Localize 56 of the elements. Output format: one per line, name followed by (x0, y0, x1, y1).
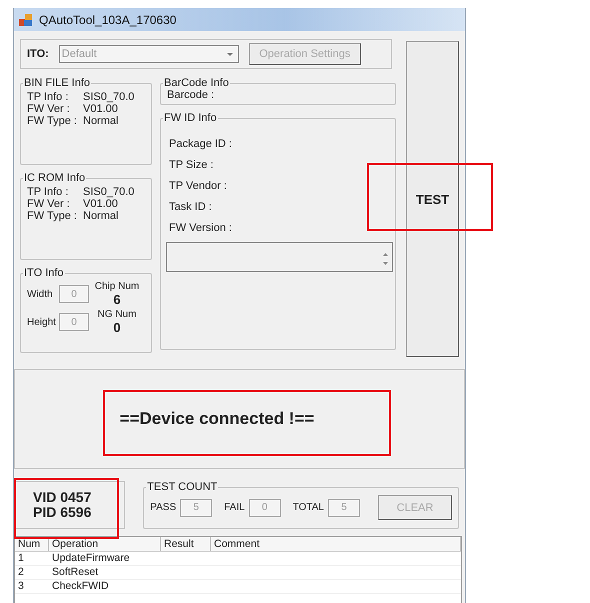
field-label: TP Info : (27, 186, 70, 198)
group-title: BarCode Info (163, 77, 230, 89)
column-header[interactable]: Num (15, 537, 49, 551)
group-title: TEST COUNT (146, 481, 218, 493)
device-id: PID 6596 (33, 505, 92, 520)
group-title: FW ID Info (163, 112, 218, 124)
table-cell-text: 2 (17, 566, 25, 579)
table-cell-text: 1 (17, 552, 25, 565)
count-label: PASS (150, 502, 176, 513)
column-header[interactable]: Operation (49, 537, 161, 551)
width-label: Width (27, 288, 54, 300)
field-label: FW Type : (27, 210, 78, 222)
field-label: FW Ver : (27, 103, 71, 115)
field-value: V01.00 (83, 198, 118, 210)
count-label: TOTAL (292, 502, 324, 513)
count-field: 5 (328, 498, 360, 516)
column-header[interactable]: Result (161, 537, 211, 551)
scroll-down-icon[interactable] (380, 259, 390, 267)
table-cell-text: CheckFWID (51, 580, 110, 593)
table-cell-text: UpdateFirmware (51, 552, 131, 565)
field-value: Normal (83, 210, 118, 222)
status-message: ==Device connected !== (120, 409, 314, 429)
device-id: VID 0457 (33, 490, 92, 505)
table-cell-text: 3 (17, 580, 25, 593)
app-icon (18, 12, 34, 28)
scroll-up-icon[interactable] (380, 251, 390, 259)
field-label: Package ID : (169, 138, 233, 150)
ng-num-value: 0 (113, 320, 121, 335)
count-field: 5 (180, 498, 212, 516)
chip-num-label: Chip Num (94, 281, 140, 292)
group-title: ITO Info (23, 267, 65, 279)
table-cell-text: SoftReset (51, 566, 100, 579)
count-field: 0 (248, 498, 281, 516)
field-label: Task ID : (169, 201, 213, 213)
barcode-label: Barcode : (167, 89, 214, 101)
field-value: SIS0_70.0 (83, 91, 134, 103)
field-label: TP Vendor : (169, 180, 228, 192)
log-text-area[interactable] (166, 242, 393, 272)
group-title: BIN FILE Info (23, 77, 92, 89)
column-header[interactable]: Comment (211, 537, 461, 551)
ito-label: ITO: (27, 48, 49, 60)
chip-num-value: 6 (113, 292, 121, 307)
field-label: FW Type : (27, 115, 78, 127)
field-label: FW Version : (169, 222, 233, 234)
ng-num-label: NG Num (98, 309, 136, 320)
count-label: FAIL (224, 502, 245, 513)
group-title: IC ROM Info (23, 172, 86, 184)
field-label: FW Ver : (27, 198, 71, 210)
test-button[interactable]: TEST (406, 41, 459, 357)
field-label: TP Info : (27, 91, 70, 103)
field-value: SIS0_70.0 (83, 186, 134, 198)
field-value: Normal (83, 115, 118, 127)
field-value: V01.00 (83, 103, 118, 115)
field-label: TP Size : (169, 159, 214, 171)
window-title: QAutoTool_103A_170630 (39, 12, 176, 26)
height-label: Height (27, 316, 57, 328)
